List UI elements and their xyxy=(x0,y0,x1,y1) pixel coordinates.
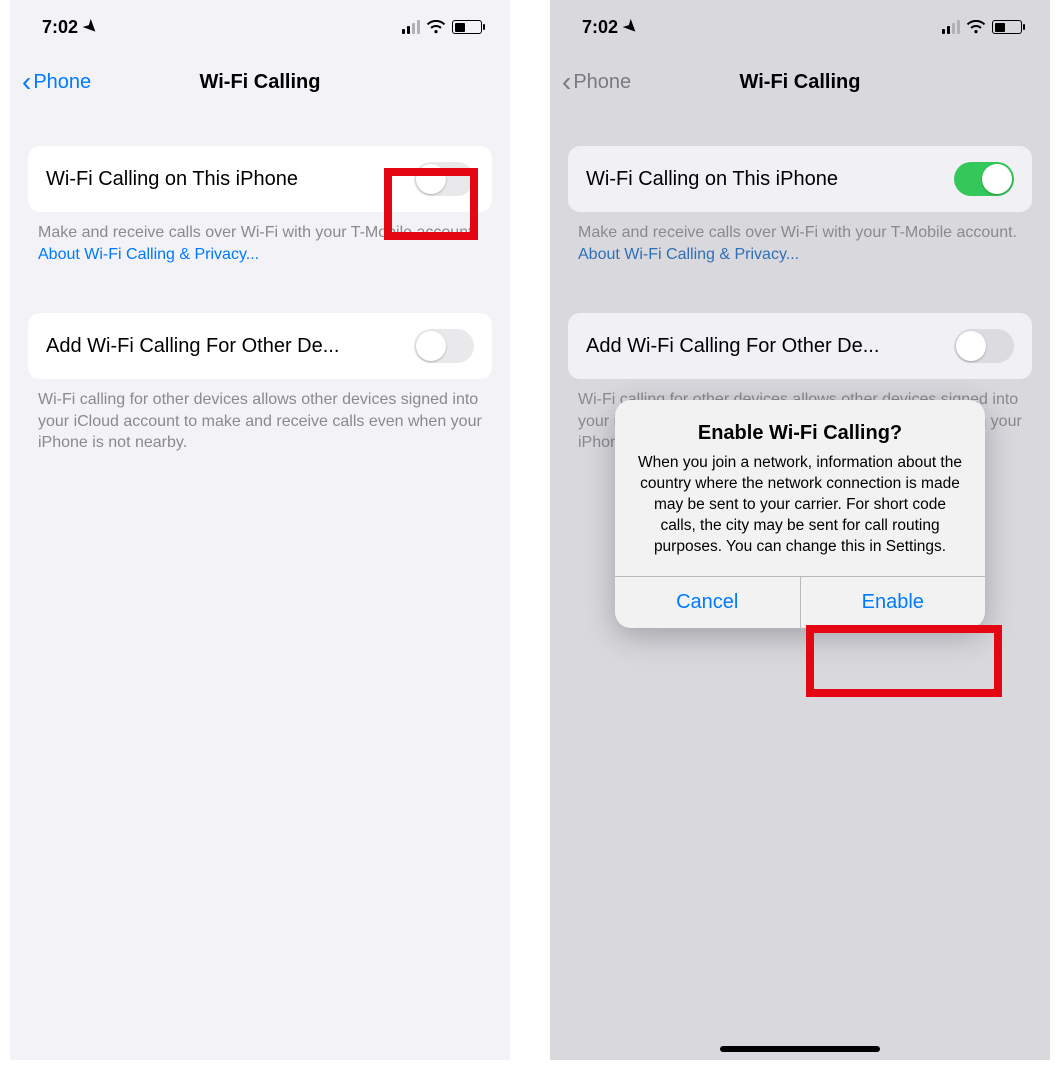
group-other-devices: Add Wi-Fi Calling For Other De... Wi-Fi … xyxy=(10,313,510,454)
confirm-dialog: Enable Wi-Fi Calling? When you join a ne… xyxy=(615,400,985,628)
screenshot-right: 7:02 ➤ ‹ Phone Wi-Fi Calling Wi-Fi Calli… xyxy=(550,0,1050,1060)
chevron-left-icon: ‹ xyxy=(22,68,31,96)
status-time: 7:02 xyxy=(42,17,78,38)
status-right xyxy=(402,20,482,34)
wifi-icon xyxy=(426,20,446,34)
cell-label: Wi-Fi Calling on This iPhone xyxy=(46,168,298,191)
toggle-other-devices[interactable] xyxy=(414,329,474,363)
dialog-title: Enable Wi-Fi Calling? xyxy=(635,422,965,445)
group-footer: Make and receive calls over Wi-Fi with y… xyxy=(10,212,510,265)
toggle-wifi-calling-this-iphone[interactable] xyxy=(414,162,474,196)
status-bar: 7:02 ➤ xyxy=(10,0,510,54)
nav-header: ‹ Phone Wi-Fi Calling xyxy=(10,54,510,110)
cell-wifi-calling-this-iphone[interactable]: Wi-Fi Calling on This iPhone xyxy=(28,146,492,212)
group-wifi-calling-this-iphone: Wi-Fi Calling on This iPhone Make and re… xyxy=(10,146,510,265)
group-footer: Wi-Fi calling for other devices allows o… xyxy=(10,379,510,454)
privacy-link[interactable]: About Wi-Fi Calling & Privacy... xyxy=(38,246,259,263)
location-arrow-icon: ➤ xyxy=(79,15,103,39)
battery-icon xyxy=(452,20,482,34)
enable-button[interactable]: Enable xyxy=(800,577,986,628)
dialog-actions: Cancel Enable xyxy=(615,576,985,628)
screenshot-left: 7:02 ➤ ‹ Phone Wi-Fi Calling Wi-Fi Calli… xyxy=(10,0,510,1060)
dialog-backdrop: Enable Wi-Fi Calling? When you join a ne… xyxy=(550,0,1050,1060)
status-left: 7:02 ➤ xyxy=(42,17,97,38)
signal-icon xyxy=(402,20,420,34)
footer-text: Make and receive calls over Wi-Fi with y… xyxy=(38,224,477,241)
footer-text: Wi-Fi calling for other devices allows o… xyxy=(38,391,482,451)
dialog-message: When you join a network, information abo… xyxy=(635,453,965,558)
cancel-button[interactable]: Cancel xyxy=(615,577,800,628)
back-label: Phone xyxy=(33,71,91,94)
cell-other-devices[interactable]: Add Wi-Fi Calling For Other De... xyxy=(28,313,492,379)
back-button[interactable]: ‹ Phone xyxy=(22,68,91,96)
dialog-body: Enable Wi-Fi Calling? When you join a ne… xyxy=(615,400,985,576)
cell-label: Add Wi-Fi Calling For Other De... xyxy=(46,335,339,358)
home-indicator xyxy=(720,1046,880,1052)
